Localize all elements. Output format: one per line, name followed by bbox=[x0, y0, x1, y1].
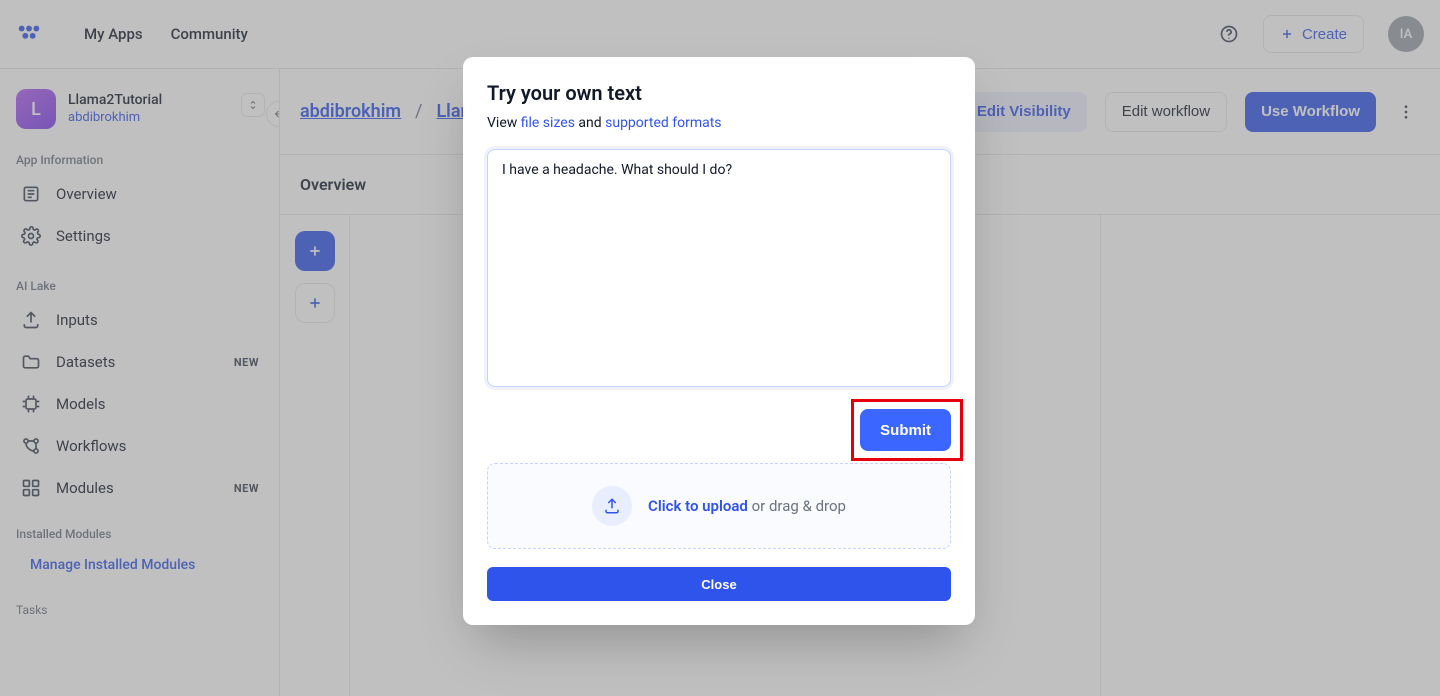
upload-text: Click to upload or drag & drop bbox=[648, 497, 846, 515]
try-text-modal: Try your own text View file sizes and su… bbox=[463, 57, 975, 625]
upload-icon bbox=[592, 486, 632, 526]
text-input[interactable] bbox=[487, 149, 951, 387]
modal-title: Try your own text bbox=[487, 81, 951, 105]
upload-dropzone[interactable]: Click to upload or drag & drop bbox=[487, 463, 951, 549]
close-button[interactable]: Close bbox=[487, 567, 951, 601]
supported-formats-link[interactable]: supported formats bbox=[605, 115, 721, 131]
file-sizes-link[interactable]: file sizes bbox=[521, 115, 575, 131]
helper-mid: and bbox=[575, 115, 605, 131]
helper-prefix: View bbox=[487, 115, 521, 131]
upload-strong: Click to upload bbox=[648, 497, 748, 515]
submit-button[interactable]: Submit bbox=[860, 409, 951, 451]
modal-helper: View file sizes and supported formats bbox=[487, 115, 951, 131]
upload-rest: or drag & drop bbox=[748, 497, 846, 515]
